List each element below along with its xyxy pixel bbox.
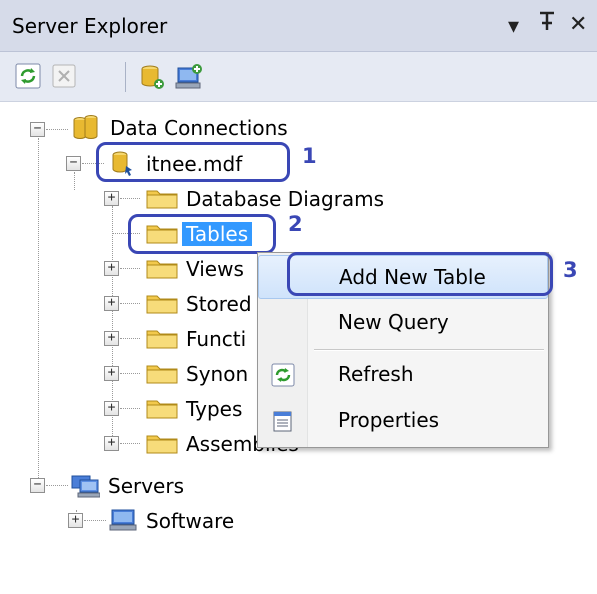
tree-connector xyxy=(46,129,68,130)
collapse-icon[interactable]: − xyxy=(30,478,45,493)
expand-icon[interactable]: + xyxy=(104,261,119,276)
tree-connector xyxy=(120,408,140,409)
connect-to-server-icon[interactable] xyxy=(174,62,204,92)
menu-separator xyxy=(314,349,544,351)
pin-icon[interactable] xyxy=(538,10,556,40)
tree-connector xyxy=(120,338,140,339)
folder-icon xyxy=(146,397,178,424)
toolbar xyxy=(0,52,597,102)
folder-icon xyxy=(146,432,178,459)
tree-connector xyxy=(120,443,140,444)
annotation-number-1: 1 xyxy=(302,144,317,168)
dropdown-icon[interactable]: ▾ xyxy=(508,14,519,39)
properties-icon xyxy=(271,409,295,433)
annotation-callout-1 xyxy=(96,142,290,182)
annotation-callout-2 xyxy=(128,214,276,254)
tree-item-database-diagrams[interactable]: Database Diagrams xyxy=(186,187,384,211)
computer-icon xyxy=(108,507,138,538)
menu-item-refresh[interactable]: Refresh xyxy=(258,353,548,397)
toolbar-separator xyxy=(125,62,126,92)
folder-icon xyxy=(146,292,178,319)
expand-icon[interactable]: + xyxy=(104,436,119,451)
tree-item-stored-procedures[interactable]: Stored xyxy=(186,292,252,316)
tree-connector xyxy=(120,373,140,374)
collapse-icon[interactable]: − xyxy=(66,156,81,171)
stop-refresh-icon[interactable] xyxy=(50,62,80,92)
menu-item-label: Refresh xyxy=(338,362,414,386)
folder-icon xyxy=(146,187,178,214)
menu-item-new-query[interactable]: New Query xyxy=(258,301,548,345)
annotation-number-2: 2 xyxy=(288,212,303,236)
folder-icon xyxy=(146,362,178,389)
expand-icon[interactable]: + xyxy=(104,401,119,416)
tree-item-functions[interactable]: Functi xyxy=(186,327,246,351)
tree-connector xyxy=(120,268,140,269)
servers-icon xyxy=(70,472,101,503)
expand-icon[interactable]: + xyxy=(68,513,83,528)
data-connections-icon xyxy=(70,114,100,147)
menu-item-label: New Query xyxy=(338,310,449,334)
close-icon[interactable]: ✕ xyxy=(569,12,587,37)
connect-to-database-icon[interactable] xyxy=(136,62,166,92)
collapse-icon[interactable]: − xyxy=(30,122,45,137)
tree-item-software[interactable]: Software xyxy=(146,509,234,533)
tree-item-types[interactable]: Types xyxy=(186,397,242,421)
menu-item-label: Properties xyxy=(338,408,440,432)
expand-icon[interactable]: + xyxy=(104,366,119,381)
folder-icon xyxy=(146,257,178,284)
refresh-icon xyxy=(271,363,295,387)
menu-item-properties[interactable]: Properties xyxy=(258,399,548,443)
annotation-callout-3 xyxy=(287,252,553,296)
panel-titlebar: Server Explorer ▾ ✕ xyxy=(0,0,597,52)
tree-connector xyxy=(46,485,68,486)
expand-icon[interactable]: + xyxy=(104,331,119,346)
tree-item-data-connections[interactable]: Data Connections xyxy=(110,116,288,140)
refresh-icon[interactable] xyxy=(14,62,44,92)
annotation-number-3: 3 xyxy=(563,258,578,282)
expand-icon[interactable]: + xyxy=(104,191,119,206)
tree-item-views[interactable]: Views xyxy=(186,257,244,281)
tree-item-servers[interactable]: Servers xyxy=(108,474,184,498)
tree-connector xyxy=(120,303,140,304)
tree-item-synonyms[interactable]: Synon xyxy=(186,362,248,386)
folder-icon xyxy=(146,327,178,354)
expand-icon[interactable]: + xyxy=(104,296,119,311)
tree-connector xyxy=(84,520,106,521)
panel-title: Server Explorer xyxy=(12,14,168,38)
tree-connector xyxy=(120,198,140,199)
tree-connector xyxy=(38,138,39,488)
tree-connector xyxy=(74,172,75,190)
